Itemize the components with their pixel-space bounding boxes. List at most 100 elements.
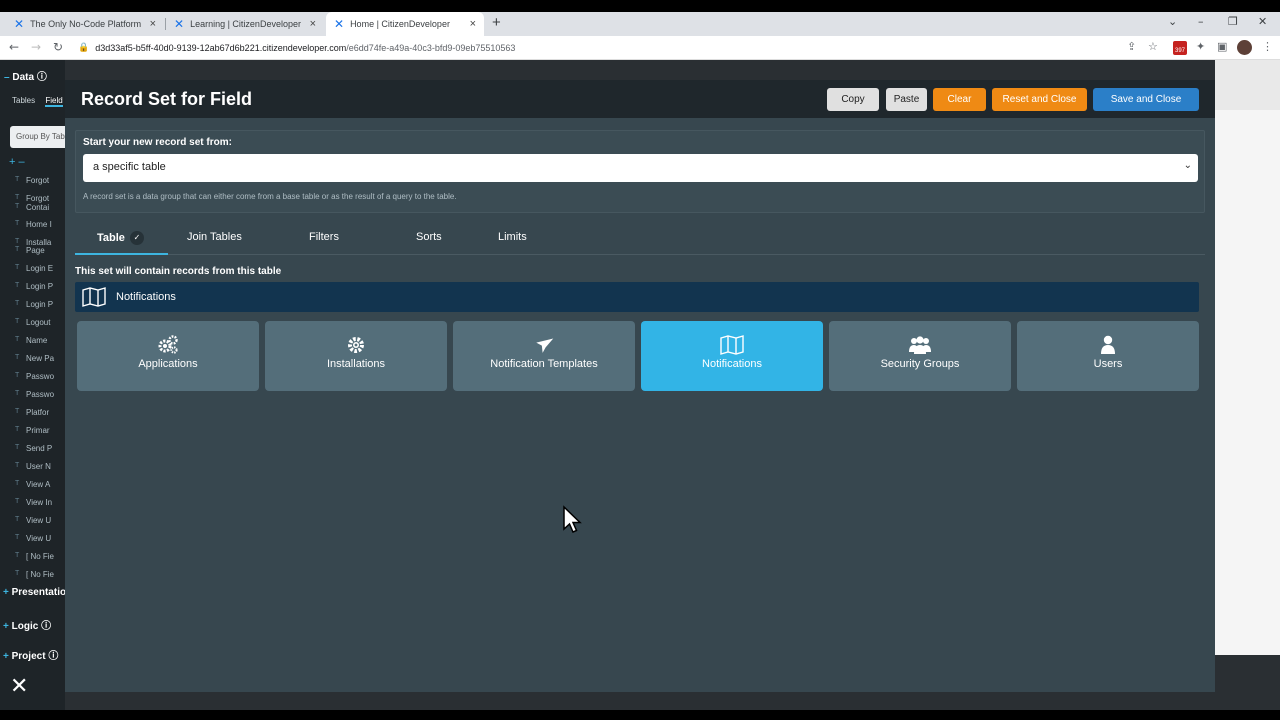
minimize-icon[interactable]: –	[1198, 15, 1204, 28]
clear-button[interactable]: Clear	[933, 88, 986, 111]
browser-tab-bar: ✕ The Only No-Code Platform For F × ✕ Le…	[0, 12, 1280, 36]
close-tab-icon[interactable]: ×	[310, 18, 316, 30]
left-panel: – Data ⓘ Tables Field Group By Tab + – F…	[0, 60, 65, 710]
paste-button[interactable]: Paste	[886, 88, 927, 111]
record-set-modal: Record Set for Field Copy Paste Clear Re…	[65, 80, 1215, 692]
extension-badge[interactable]: 397	[1173, 41, 1187, 55]
source-select[interactable]: a specific table ⌄	[83, 154, 1198, 182]
tab-table[interactable]: Table ✓	[75, 231, 168, 255]
share-icon[interactable]: ⇪	[1127, 40, 1136, 53]
map-icon	[720, 335, 744, 355]
field-list-item[interactable]: Page	[15, 246, 45, 255]
field-list-item[interactable]: Send P	[15, 444, 52, 453]
fields-tab[interactable]: Field	[45, 96, 63, 107]
field-list-item[interactable]: View U	[15, 534, 51, 543]
save-and-close-button[interactable]: Save and Close	[1093, 88, 1199, 111]
presentation-section[interactable]: + Presentatio	[3, 587, 65, 598]
reset-and-close-button[interactable]: Reset and Close	[992, 88, 1087, 111]
new-tab-icon[interactable]: +	[492, 14, 501, 31]
table-card-security-groups[interactable]: Security Groups	[829, 321, 1011, 391]
check-icon: ✓	[129, 231, 144, 245]
tables-tab[interactable]: Tables	[12, 96, 35, 105]
source-label: Start your new record set from:	[83, 137, 232, 148]
table-card-notification-templates[interactable]: Notification Templates	[453, 321, 635, 391]
users-icon	[909, 336, 931, 354]
field-list-item[interactable]: Home I	[15, 220, 52, 229]
field-list-item[interactable]: Primar	[15, 426, 49, 435]
table-card-users[interactable]: Users	[1017, 321, 1199, 391]
record-source-panel: Start your new record set from: a specif…	[75, 130, 1205, 213]
profile-avatar[interactable]	[1237, 40, 1252, 55]
browser-menu-icon[interactable]: ⋮	[1262, 40, 1273, 53]
record-set-tabs: Table ✓ Join Tables Filters Sorts Limits	[75, 228, 1205, 255]
source-help-text: A record set is a data group that can ei…	[83, 192, 457, 201]
plane-icon	[536, 338, 554, 353]
top-strip	[0, 0, 1280, 12]
field-list-item[interactable]: Passwo	[15, 372, 54, 381]
field-list-item[interactable]: New Pa	[15, 354, 54, 363]
field-list-item[interactable]: [ No Fie	[15, 552, 54, 561]
citizendeveloper-logo-icon: ✕	[174, 17, 185, 31]
url-field[interactable]: 🔒 d3d33af5-b5ff-40d0-9139-12ab67d6b221.c…	[78, 39, 1108, 57]
logic-section[interactable]: + Logic ⓘ	[3, 617, 51, 632]
field-list-item[interactable]: Passwo	[15, 390, 54, 399]
contains-label: This set will contain records from this …	[75, 266, 282, 277]
back-icon[interactable]: ←	[9, 40, 19, 54]
field-list-item[interactable]: Forgot	[15, 194, 49, 203]
chevron-down-icon: ⌄	[1183, 160, 1192, 171]
extensions-puzzle-icon[interactable]: ✦	[1196, 40, 1205, 53]
tab-limits[interactable]: Limits	[498, 231, 527, 255]
map-icon	[82, 287, 106, 307]
close-tab-icon[interactable]: ×	[470, 18, 476, 30]
field-list-item[interactable]: Forgot	[15, 176, 49, 185]
info-icon: ⓘ	[41, 621, 52, 632]
side-panel-icon[interactable]: ▣	[1217, 40, 1227, 53]
restore-icon[interactable]: ❐	[1228, 15, 1238, 28]
app-background-right	[1215, 110, 1280, 655]
field-list-item[interactable]: [ No Fie	[15, 570, 54, 579]
field-list-item[interactable]: Contai	[15, 203, 49, 212]
project-section[interactable]: + Project ⓘ	[3, 647, 58, 662]
window-close-icon[interactable]: ✕	[1258, 15, 1267, 28]
browser-tab-home[interactable]: ✕ Home | CitizenDeveloper ×	[326, 12, 484, 36]
expand-collapse-icons[interactable]: + –	[9, 156, 25, 168]
copy-button[interactable]: Copy	[827, 88, 879, 111]
citizendeveloper-logo-icon: ✕	[334, 17, 345, 31]
field-list-item[interactable]: Platfor	[15, 408, 49, 417]
field-list-item[interactable]: Login P	[15, 300, 53, 309]
modal-title: Record Set for Field	[81, 89, 253, 109]
browser-tab-learning[interactable]: ✕ Learning | CitizenDeveloper ×	[166, 12, 324, 36]
field-list-item[interactable]: Login P	[15, 282, 53, 291]
address-bar-row: ← → ↻ 🔒 d3d33af5-b5ff-40d0-9139-12ab67d6…	[0, 36, 1280, 60]
field-list-item[interactable]: Login E	[15, 264, 53, 273]
browser-tab-nocode[interactable]: ✕ The Only No-Code Platform For F ×	[6, 12, 164, 36]
info-icon: ⓘ	[48, 651, 59, 662]
field-list-item[interactable]: Name	[15, 336, 48, 345]
info-icon: ⓘ	[36, 72, 47, 83]
field-list-item[interactable]: View A	[15, 480, 50, 489]
table-card-notifications[interactable]: Notifications	[641, 321, 823, 391]
tab-filters[interactable]: Filters	[309, 231, 339, 255]
modal-header: Record Set for Field Copy Paste Clear Re…	[65, 80, 1215, 118]
field-list-item[interactable]: User N	[15, 462, 51, 471]
group-by-tab-button[interactable]: Group By Tab	[10, 126, 65, 148]
bookmark-star-icon[interactable]: ☆	[1148, 40, 1158, 53]
field-list-item[interactable]: Logout	[15, 318, 51, 327]
table-card-installations[interactable]: Installations	[265, 321, 447, 391]
field-list-item[interactable]: View In	[15, 498, 52, 507]
citizendeveloper-logo-icon[interactable]: ✕	[10, 674, 28, 699]
forward-icon[interactable]: →	[31, 40, 41, 54]
close-tab-icon[interactable]: ×	[150, 18, 156, 30]
table-card-applications[interactable]: Applications	[77, 321, 259, 391]
citizendeveloper-logo-icon: ✕	[14, 17, 25, 31]
tab-search-icon[interactable]: ⌄	[1168, 15, 1177, 28]
lock-icon: 🔒	[78, 43, 90, 53]
table-cards: Applications Installations Notification …	[77, 321, 1201, 391]
tab-sorts[interactable]: Sorts	[416, 231, 442, 255]
reload-icon[interactable]: ↻	[53, 40, 63, 54]
tab-join-tables[interactable]: Join Tables	[187, 231, 242, 255]
field-list-item[interactable]: View U	[15, 516, 51, 525]
left-panel-tabs: Tables Field	[12, 96, 63, 107]
mouse-cursor-icon	[563, 505, 582, 533]
data-section-header[interactable]: – Data ⓘ	[4, 68, 47, 83]
